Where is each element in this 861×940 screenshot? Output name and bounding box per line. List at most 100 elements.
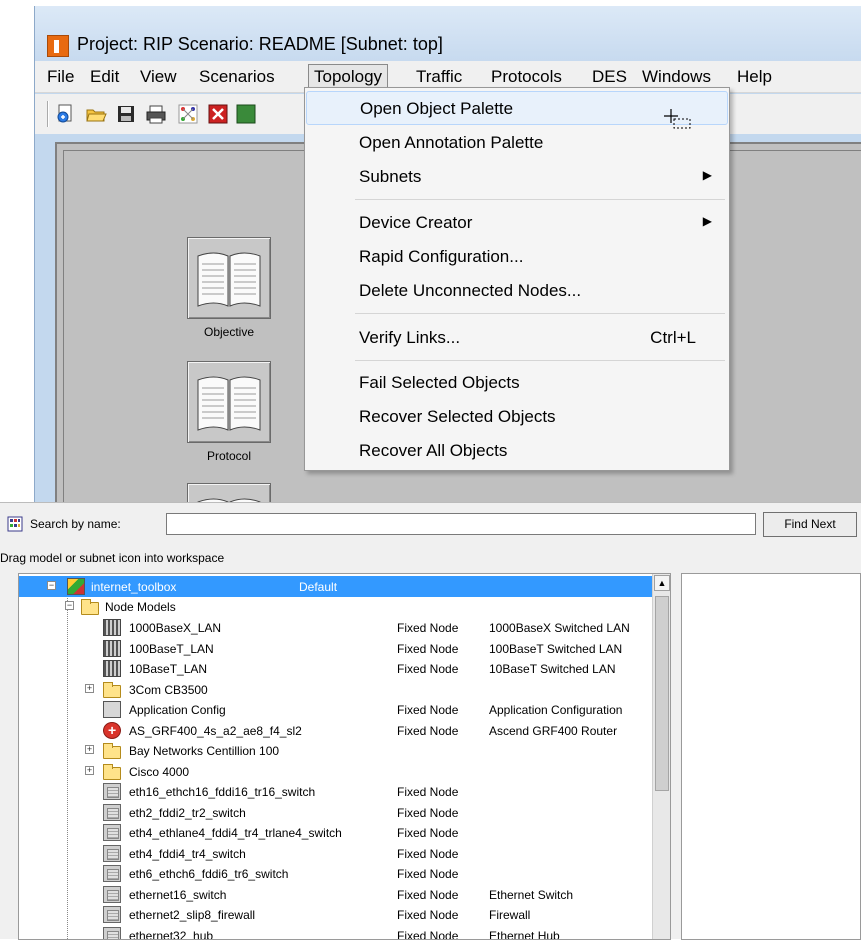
collapse-icon[interactable]: − (47, 581, 56, 590)
save-icon[interactable] (115, 103, 137, 125)
tree-row-desc: Default (299, 580, 337, 594)
menu-item-shortcut: Ctrl+L (650, 328, 696, 348)
menu-item-recover-selected-objects[interactable]: Recover Selected Objects (306, 400, 728, 434)
tree-row-node-models[interactable]: − Node Models (19, 596, 652, 617)
tree-row-model[interactable]: + Bay Networks Centillion 100 (19, 740, 652, 761)
tree-row-desc: 100BaseT Switched LAN (489, 642, 622, 656)
scroll-up-arrow-icon[interactable]: ▲ (654, 575, 670, 591)
tree-row-model[interactable]: eth16_ethch16_fddi16_tr16_switch Fixed No… (19, 781, 652, 802)
tree-row-name: Bay Networks Centillion 100 (129, 744, 279, 758)
tree-row-name: internet_toolbox (91, 580, 176, 594)
new-icon[interactable] (55, 103, 77, 125)
folder-icon (103, 767, 121, 780)
tree-row-name: eth16_ethch16_fddi16_tr16_switch (129, 785, 315, 799)
tree-row-name: eth4_ethlane4_fddi4_tr4_trlane4_switch (129, 826, 342, 840)
palette-icon (7, 516, 23, 532)
menu-item-device-creator[interactable]: Device Creator ▶ (306, 206, 728, 240)
topology-dropdown-menu: Open Object Palette Open Annotation Pale… (304, 87, 730, 471)
tree-row-model[interactable]: eth6_ethch6_fddi6_tr6_switch Fixed Node (19, 863, 652, 884)
menu-separator (355, 313, 725, 314)
menu-windows[interactable]: Windows (642, 67, 711, 87)
lan-icon (103, 640, 121, 657)
scrollbar-thumb[interactable] (655, 596, 669, 791)
tree-row-name: Node Models (105, 600, 176, 614)
tree-row-model[interactable]: ethernet32_hubFixed NodeEthernet Hub (19, 925, 652, 940)
tree-row-type: Fixed Node (397, 785, 458, 799)
find-next-button[interactable]: Find Next (763, 512, 857, 537)
tree-row-desc: Ascend GRF400 Router (489, 724, 617, 738)
tree-row-internet-toolbox[interactable]: − internet_toolbox Default (19, 576, 652, 597)
tree-row-name: 3Com CB3500 (129, 683, 208, 697)
menu-edit[interactable]: Edit (90, 67, 119, 87)
menu-item-verify-links[interactable]: Verify Links... Ctrl+L (306, 321, 728, 355)
tree-row-model[interactable]: eth4_fddi4_tr4_switchFixed Node (19, 843, 652, 864)
menu-item-rapid-configuration[interactable]: Rapid Configuration... (306, 240, 728, 274)
tree-row-name: eth6_ethch6_fddi6_tr6_switch (129, 867, 288, 881)
tree-row-model[interactable]: AS_GRF400_4s_a2_ae8_f4_sl2Fixed NodeAsce… (19, 720, 652, 741)
menu-help[interactable]: Help (737, 67, 772, 87)
folder-icon (81, 602, 99, 615)
menu-item-label: Fail Selected Objects (359, 373, 520, 393)
tree-row-model[interactable]: Application ConfigFixed NodeApplication … (19, 699, 652, 720)
menu-separator (355, 360, 725, 361)
menu-item-label: Device Creator (359, 213, 472, 233)
tree-row-model[interactable]: ethernet2_slip8_firewallFixed NodeFirewa… (19, 904, 652, 925)
tree-row-name: 1000BaseX_LAN (129, 621, 221, 635)
tree-row-type: Fixed Node (397, 929, 458, 940)
tree-row-desc: Firewall (489, 908, 530, 922)
tree-row-model[interactable]: +3Com CB3500 (19, 679, 652, 700)
vertical-scrollbar[interactable]: ▲ (652, 574, 670, 939)
menu-traffic[interactable]: Traffic (416, 67, 462, 87)
tree-row-model[interactable]: ethernet16_switchFixed NodeEthernet Swit… (19, 884, 652, 905)
tree-row-desc: 10BaseT Switched LAN (489, 662, 616, 676)
application-config-icon (103, 701, 121, 718)
expand-icon[interactable]: + (85, 766, 94, 775)
node-palette-icon[interactable] (177, 103, 199, 125)
tree-row-name: 10BaseT_LAN (129, 662, 207, 676)
recover-icon[interactable] (235, 103, 257, 125)
folder-icon (103, 685, 121, 698)
menu-scenarios[interactable]: Scenarios (199, 67, 275, 87)
menu-item-fail-selected-objects[interactable]: Fail Selected Objects (306, 366, 728, 400)
menu-item-subnets[interactable]: Subnets ▶ (306, 160, 728, 194)
search-by-name-input[interactable] (166, 513, 756, 535)
tree-row-model[interactable]: eth4_ethlane4_fddi4_tr4_trlane4_switch Fi… (19, 822, 652, 843)
open-icon[interactable] (85, 103, 107, 125)
menu-protocols[interactable]: Protocols (491, 67, 562, 87)
menu-item-label: Open Object Palette (360, 99, 513, 119)
tree-row-model[interactable]: 1000BaseX_LANFixed Node1000BaseX Switche… (19, 617, 652, 638)
menu-item-label: Recover Selected Objects (359, 407, 556, 427)
third-annotation[interactable] (184, 483, 274, 502)
lan-icon (103, 619, 121, 636)
protocol-annotation[interactable]: Protocol (184, 361, 274, 463)
tree-row-model[interactable]: 100BaseT_LANFixed Node100BaseT Switched … (19, 638, 652, 659)
menu-des[interactable]: DES (592, 67, 627, 87)
submenu-arrow-icon: ▶ (703, 214, 712, 228)
tree-row-model[interactable]: +Cisco 4000 (19, 761, 652, 782)
expand-icon[interactable]: + (85, 745, 94, 754)
print-icon[interactable] (145, 103, 167, 125)
menu-item-delete-unconnected-nodes[interactable]: Delete Unconnected Nodes... (306, 274, 728, 308)
tree-row-type: Fixed Node (397, 826, 458, 840)
cursor-icon (662, 108, 692, 130)
lan-icon (103, 660, 121, 677)
fail-icon[interactable] (207, 103, 229, 125)
menu-item-open-annotation-palette[interactable]: Open Annotation Palette (306, 126, 728, 160)
tree-row-type: Fixed Node (397, 888, 458, 902)
model-tree[interactable]: − internet_toolbox Default − Node Models… (18, 573, 671, 940)
menu-file[interactable]: File (47, 67, 74, 87)
tree-row-name: eth4_fddi4_tr4_switch (129, 847, 246, 861)
tree-row-type: Fixed Node (397, 867, 458, 881)
tree-row-model[interactable]: 10BaseT_LANFixed Node10BaseT Switched LA… (19, 658, 652, 679)
menu-item-recover-all-objects[interactable]: Recover All Objects (306, 434, 728, 468)
menu-view[interactable]: View (140, 67, 177, 87)
expand-icon[interactable]: + (85, 684, 94, 693)
tree-row-desc: 1000BaseX Switched LAN (489, 621, 630, 635)
tree-row-name: ethernet32_hub (129, 929, 213, 940)
tree-row-name: AS_GRF400_4s_a2_ae8_f4_sl2 (129, 724, 302, 738)
tree-row-desc: Application Configuration (489, 703, 622, 717)
objective-annotation[interactable]: Objective (184, 237, 274, 339)
switch-icon (103, 783, 121, 800)
collapse-icon[interactable]: − (65, 601, 74, 610)
tree-row-model[interactable]: eth2_fddi2_tr2_switchFixed Node (19, 802, 652, 823)
